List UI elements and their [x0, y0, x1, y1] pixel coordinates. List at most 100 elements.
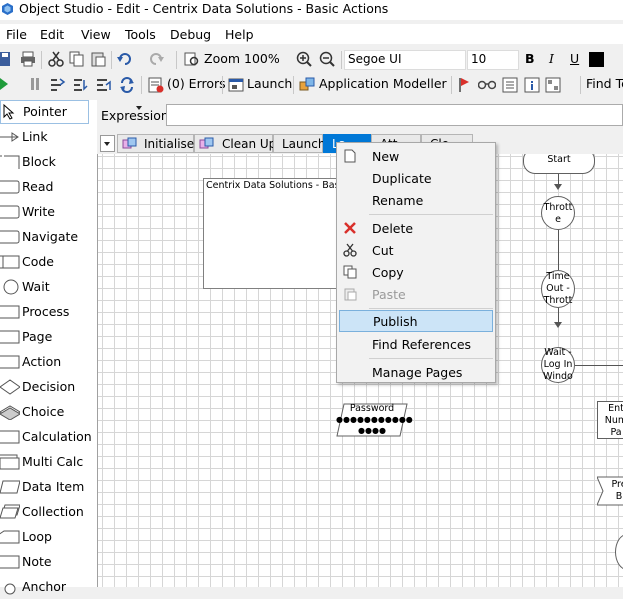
- wait-stage-login[interactable]: Wait - Log In Windo: [541, 347, 575, 383]
- palette-item-label: Data Item: [22, 479, 85, 494]
- palette-item-process[interactable]: Process: [0, 300, 97, 324]
- refresh-icon[interactable]: [119, 77, 135, 93]
- application-modeller-icon[interactable]: [299, 77, 315, 93]
- tab-label: Clean Up: [222, 137, 277, 151]
- save-icon[interactable]: [0, 51, 10, 67]
- menu-debug[interactable]: Debug: [170, 27, 211, 42]
- font-color-swatch[interactable]: [589, 52, 604, 67]
- menu-edit[interactable]: Edit: [40, 27, 64, 42]
- wait-stage-throttle[interactable]: Thrott e: [541, 196, 575, 230]
- step-icon[interactable]: [50, 77, 66, 93]
- tab-initialise[interactable]: Initialise: [117, 134, 194, 153]
- menu-item-new[interactable]: New: [337, 145, 495, 167]
- palette-item-write[interactable]: Write: [0, 200, 97, 224]
- palette-item-navigate[interactable]: Navigate: [0, 225, 97, 249]
- start-stage[interactable]: Start: [523, 154, 595, 174]
- palette-item-pointer[interactable]: Pointer: [0, 100, 89, 124]
- palette-item-label: Multi Calc: [22, 454, 84, 469]
- menu-tools[interactable]: Tools: [125, 27, 156, 42]
- flow-link: [558, 308, 559, 322]
- watch-icon[interactable]: [478, 79, 496, 91]
- step-over-icon[interactable]: [73, 77, 89, 93]
- italic-button[interactable]: I: [549, 51, 554, 66]
- menu-item-copy[interactable]: Copy: [337, 261, 495, 283]
- undo-icon[interactable]: [117, 51, 133, 67]
- choice-icon: [0, 405, 20, 420]
- menu-item-label: New: [372, 149, 400, 164]
- menu-help[interactable]: Help: [225, 27, 254, 42]
- redo-icon[interactable]: [148, 51, 164, 67]
- font-name-combo[interactable]: Segoe UI: [344, 50, 466, 70]
- data-item-password[interactable]: Password ●●●●●●●●●●● ●●●●: [336, 403, 413, 437]
- stage-ent[interactable]: Ent Num Pa: [597, 401, 623, 439]
- tab-list-dropdown[interactable]: [100, 135, 115, 152]
- underline-button[interactable]: U: [570, 51, 579, 66]
- launch-icon[interactable]: [228, 77, 244, 93]
- palette-item-decision[interactable]: Decision: [0, 375, 97, 399]
- tab-launch[interactable]: Launch: [273, 134, 325, 153]
- palette-item-label: Note: [22, 554, 52, 569]
- zoom-out-icon[interactable]: [319, 51, 335, 67]
- palette-item-calculation[interactable]: Calculation: [0, 425, 97, 449]
- menu-file[interactable]: File: [6, 27, 27, 42]
- info-box-stage[interactable]: Centrix Data Solutions - Basic: [203, 178, 347, 289]
- palette-item-label: Calculation: [22, 429, 92, 444]
- menu-view[interactable]: View: [81, 27, 111, 42]
- palette-item-action[interactable]: Action: [0, 350, 97, 374]
- menu-item-publish[interactable]: Publish: [339, 310, 493, 332]
- stage-pre[interactable]: Pre B: [597, 476, 623, 506]
- palette-item-note[interactable]: Note: [0, 550, 97, 574]
- menu-item-duplicate[interactable]: Duplicate: [337, 167, 495, 189]
- variables-icon[interactable]: [545, 77, 561, 93]
- list-icon[interactable]: [502, 77, 518, 93]
- palette-item-page[interactable]: Page: [0, 325, 97, 349]
- palette-item-block[interactable]: Block: [0, 150, 97, 174]
- palette-item-multi-calc[interactable]: Multi Calc: [0, 450, 97, 474]
- zoom-value[interactable]: 100%: [244, 51, 280, 66]
- copy-toolbar-icon[interactable]: [69, 51, 85, 67]
- palette-item-anchor[interactable]: Anchor: [0, 575, 97, 599]
- palette-item-code[interactable]: Code: [0, 250, 97, 274]
- zoom-icon[interactable]: [183, 51, 199, 67]
- window-title: Object Studio - Edit - Centrix Data Solu…: [19, 1, 389, 16]
- expression-input[interactable]: [166, 104, 623, 126]
- application-modeller-button[interactable]: Application Modeller: [319, 76, 447, 91]
- menu-item-paste[interactable]: Paste: [337, 283, 495, 305]
- font-size-combo[interactable]: 10: [467, 50, 519, 70]
- palette-item-data-item[interactable]: Data Item: [0, 475, 97, 499]
- errors-icon[interactable]: [148, 77, 164, 93]
- palette-item-link[interactable]: Link: [0, 125, 97, 149]
- palette-item-wait[interactable]: Wait: [0, 275, 97, 299]
- toolbar-separator: [41, 51, 42, 69]
- paste-toolbar-icon[interactable]: [90, 51, 106, 67]
- find-text-label[interactable]: Find Te: [586, 76, 623, 91]
- palette-item-choice[interactable]: Choice: [0, 400, 97, 424]
- tab-clean-up[interactable]: Clean Up: [194, 134, 277, 153]
- toolbar-separator: [451, 76, 452, 94]
- menu-item-find-references[interactable]: Find References: [337, 333, 495, 355]
- start-label: Start: [547, 154, 571, 165]
- multi-calc-icon: [0, 454, 20, 470]
- menu-item-cut[interactable]: Cut: [337, 239, 495, 261]
- zoom-in-icon[interactable]: [296, 51, 312, 67]
- info-icon[interactable]: [524, 77, 540, 93]
- cut-toolbar-icon[interactable]: [48, 51, 64, 67]
- wait-login-label: Wait - Log In Windo: [543, 347, 573, 382]
- launch-button[interactable]: Launch: [247, 76, 292, 91]
- errors-button[interactable]: (0) Errors: [167, 76, 226, 91]
- print-icon[interactable]: [20, 51, 36, 67]
- step-out-icon[interactable]: [96, 77, 112, 93]
- palette-item-read[interactable]: Read: [0, 175, 97, 199]
- wait-stage-partial[interactable]: [615, 534, 623, 570]
- menu-item-rename[interactable]: Rename: [337, 189, 495, 211]
- menu-item-delete[interactable]: Delete: [337, 217, 495, 239]
- palette-item-collection[interactable]: Collection: [0, 500, 97, 524]
- menu-item-manage-pages[interactable]: Manage Pages: [337, 361, 495, 383]
- font-name-value: Segoe UI: [348, 52, 402, 66]
- palette-item-loop[interactable]: Loop: [0, 525, 97, 549]
- run-icon[interactable]: [0, 78, 8, 90]
- pause-icon[interactable]: [30, 78, 40, 90]
- wait-stage-timeout[interactable]: Time Out - Thrott: [541, 270, 575, 308]
- bold-button[interactable]: B: [525, 51, 535, 66]
- breakpoint-flag-icon[interactable]: [458, 77, 470, 93]
